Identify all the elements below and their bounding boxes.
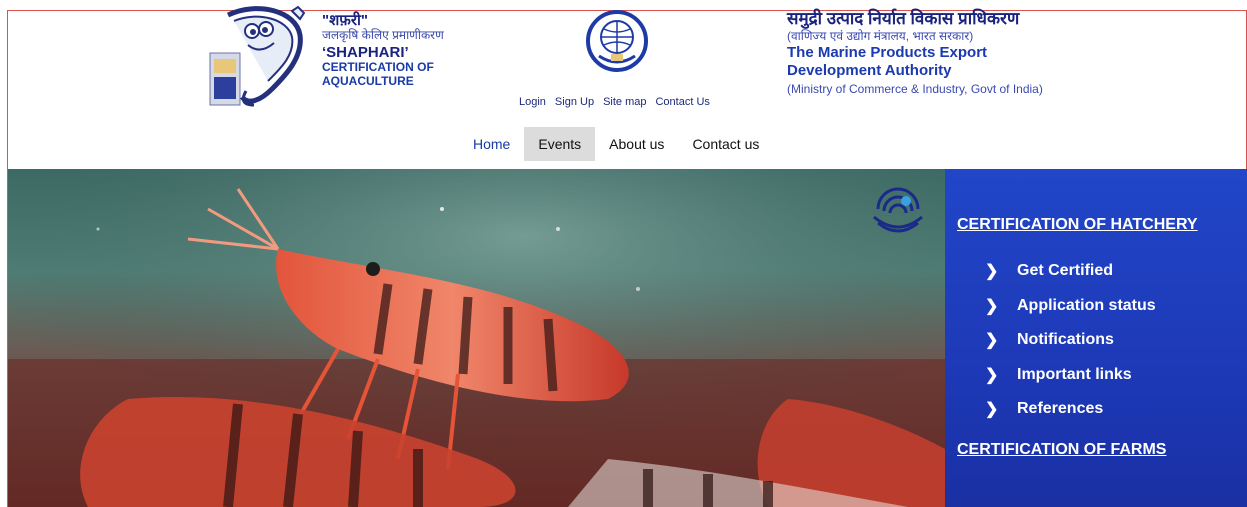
menu-item-label: Application status [1017, 296, 1156, 314]
mpeda-hindi-title: समुद्री उत्पाद निर्यात विकास प्राधिकरण [787, 9, 1020, 28]
hatchery-menu: ❯ Get Certified ❯ Application status ❯ N… [985, 254, 1156, 427]
shaphari-subtitle-line1: CERTIFICATION OF [322, 60, 434, 75]
signup-link[interactable]: Sign Up [555, 96, 594, 108]
shaphari-hindi-subtitle: जलकृषि केलिए प्रमाणीकरण [322, 28, 444, 43]
menu-item-application-status[interactable]: ❯ Application status [985, 289, 1156, 324]
main-nav: Home Events About us Contact us [459, 127, 773, 161]
menu-item-label: Notifications [1017, 331, 1114, 349]
menu-item-label: Important links [1017, 365, 1132, 383]
hero-shrimp-image [8, 169, 945, 507]
nav-home[interactable]: Home [459, 127, 524, 161]
utility-links: Login Sign Up Site map Contact Us [519, 96, 710, 108]
nav-contact[interactable]: Contact us [678, 127, 773, 161]
shaphari-subtitle-line2: AQUACULTURE [322, 74, 414, 89]
nav-about[interactable]: About us [595, 127, 678, 161]
swirl-logo-icon [866, 177, 930, 241]
shaphari-logo[interactable] [208, 5, 308, 109]
shaphari-title-block: "शफ़री" जलकृषि केलिए प्रमाणीकरण ‘SHAPHAR… [322, 12, 444, 89]
menu-item-get-certified[interactable]: ❯ Get Certified [985, 254, 1156, 289]
certification-sidebar: CERTIFICATION OF HATCHERY ❯ Get Certifie… [945, 169, 1247, 507]
menu-item-notifications[interactable]: ❯ Notifications [985, 323, 1156, 358]
shaphari-hindi-title: "शफ़री" [322, 12, 369, 29]
sitemap-link[interactable]: Site map [603, 96, 646, 108]
menu-item-references[interactable]: ❯ References [985, 392, 1156, 427]
mpeda-english-title-line1: The Marine Products Export [787, 43, 988, 61]
chevron-right-icon: ❯ [985, 297, 999, 315]
mpeda-english-subtitle: (Ministry of Commerce & Industry, Govt o… [787, 81, 1043, 96]
hatchery-certification-link[interactable]: CERTIFICATION OF HATCHERY [957, 216, 1198, 234]
nav-events[interactable]: Events [524, 127, 596, 161]
farms-certification-link[interactable]: CERTIFICATION OF FARMS [957, 441, 1166, 459]
shaphari-english-title: ‘SHAPHARI’ [322, 44, 409, 62]
contact-link[interactable]: Contact Us [655, 96, 709, 108]
mpeda-title-block: समुद्री उत्पाद निर्यात विकास प्राधिकरण (… [787, 9, 1043, 96]
login-link[interactable]: Login [519, 96, 546, 108]
menu-item-label: References [1017, 400, 1104, 418]
chevron-right-icon: ❯ [985, 332, 999, 350]
menu-item-label: Get Certified [1017, 262, 1114, 280]
mpeda-english-title-line2: Development Authority [787, 61, 952, 79]
mpeda-hindi-subtitle: (वाणिज्य एवं उद्योग मंत्रालय, भारत सरकार… [787, 29, 974, 44]
menu-item-important-links[interactable]: ❯ Important links [985, 358, 1156, 393]
chevron-right-icon: ❯ [985, 263, 999, 281]
chevron-right-icon: ❯ [985, 401, 999, 419]
mpeda-emblem-icon [585, 10, 649, 72]
chevron-right-icon: ❯ [985, 366, 999, 384]
